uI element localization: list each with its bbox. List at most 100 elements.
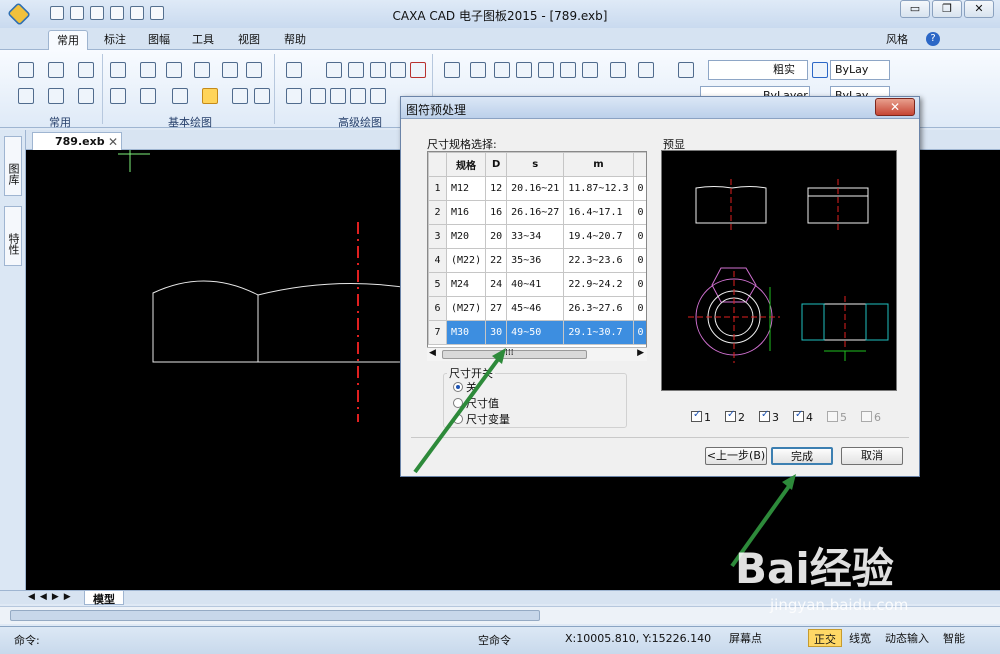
column-header[interactable]: D xyxy=(485,152,508,177)
clipboard-icon[interactable] xyxy=(18,62,34,78)
close-window-button[interactable]: ✕ xyxy=(964,0,994,18)
checkbox-icon[interactable] xyxy=(827,411,838,422)
cancel-button[interactable]: 取消 xyxy=(841,447,903,465)
dialog-title-bar[interactable]: 图符预处理 ✕ xyxy=(401,97,919,119)
spec-cell[interactable]: (M22) xyxy=(445,248,487,273)
cloud-icon[interactable] xyxy=(254,88,270,104)
rectangle-icon[interactable] xyxy=(222,62,238,78)
tab-view[interactable]: 视图 xyxy=(230,30,268,50)
rotate-icon[interactable] xyxy=(538,62,554,78)
c-cell[interactable]: 0.4~0 xyxy=(632,224,646,249)
array-icon[interactable] xyxy=(560,62,576,78)
copy-icon[interactable] xyxy=(48,62,64,78)
help-icon[interactable]: ? xyxy=(926,32,940,46)
m-cell[interactable]: 26.3~27.6 xyxy=(563,296,634,321)
snap-mode-button[interactable]: 屏幕点 xyxy=(724,629,767,647)
table-row[interactable]: 2M161626.16~2716.4~17.10.4~0 xyxy=(428,200,646,225)
checkbox-icon[interactable] xyxy=(691,409,702,422)
column-header[interactable]: 规格 xyxy=(445,152,487,177)
d-cell[interactable]: 20 xyxy=(485,224,508,249)
checkbox-icon[interactable] xyxy=(861,411,872,422)
polygon-icon[interactable] xyxy=(370,62,386,78)
s-cell[interactable]: 33~34 xyxy=(506,224,565,249)
close-document-icon[interactable]: ✕ xyxy=(108,135,118,149)
revolve-icon[interactable] xyxy=(286,88,302,104)
ellipse-icon[interactable] xyxy=(348,62,364,78)
line-icon[interactable] xyxy=(110,62,126,78)
dynamic-input-toggle[interactable]: 动态输入 xyxy=(880,629,934,647)
table-row[interactable]: 6(M27)2745~4626.3~27.60.4~0 xyxy=(428,296,646,321)
text-icon[interactable] xyxy=(110,88,126,104)
color-wheel-icon[interactable] xyxy=(812,62,828,78)
tab-common[interactable]: 常用 xyxy=(48,30,88,51)
insert-table-icon[interactable] xyxy=(410,62,426,78)
scale-icon[interactable] xyxy=(582,62,598,78)
c-cell[interactable]: 0.4~0 xyxy=(632,248,646,273)
restore-button[interactable]: ❐ xyxy=(932,0,962,18)
m-cell[interactable]: 22.9~24.2 xyxy=(563,272,634,297)
table-row[interactable]: 3M202033~3419.4~20.70.4~0 xyxy=(428,224,646,249)
layer-manager-icon[interactable] xyxy=(678,62,694,78)
arc-icon[interactable] xyxy=(194,62,210,78)
column-header[interactable]: s xyxy=(506,152,565,177)
pan-icon[interactable] xyxy=(48,88,64,104)
region-icon[interactable] xyxy=(232,88,248,104)
move-icon[interactable] xyxy=(470,62,486,78)
smart-snap-toggle[interactable]: 智能 xyxy=(938,629,970,647)
ortho-toggle[interactable]: 正交 xyxy=(808,629,842,647)
arrow-icon[interactable] xyxy=(350,88,366,104)
spec-cell[interactable]: (M27) xyxy=(445,296,487,321)
zoom-icon[interactable] xyxy=(18,88,34,104)
s-cell[interactable]: 40~41 xyxy=(506,272,565,297)
spec-cell[interactable]: M12 xyxy=(445,176,487,201)
chain-icon[interactable] xyxy=(370,88,386,104)
minimize-button[interactable]: ▭ xyxy=(900,0,930,18)
s-cell[interactable]: 45~46 xyxy=(506,296,565,321)
d-cell[interactable]: 24 xyxy=(485,272,508,297)
wave-line-icon[interactable] xyxy=(310,88,326,104)
spec-cell[interactable]: M24 xyxy=(445,272,487,297)
properties-dock-tab[interactable]: 特性 xyxy=(4,206,22,266)
gear-icon[interactable] xyxy=(390,62,406,78)
checkbox-icon[interactable] xyxy=(759,409,770,422)
table-row[interactable]: 5M242440~4122.9~24.20.4~0 xyxy=(428,272,646,297)
block-icon[interactable] xyxy=(202,88,218,104)
c-cell[interactable]: 0.4~0 xyxy=(632,296,646,321)
m-cell[interactable]: 11.87~12.3 xyxy=(563,176,634,201)
spec-cell[interactable]: M20 xyxy=(445,224,487,249)
refresh-icon[interactable] xyxy=(78,62,94,78)
d-cell[interactable]: 27 xyxy=(485,296,508,321)
break-line-icon[interactable] xyxy=(330,88,346,104)
spec-table[interactable]: 规格 D s m c 1M121220.16~2111.87~12.30.4~0… xyxy=(427,151,647,351)
m-cell[interactable]: 19.4~20.7 xyxy=(563,224,634,249)
view-check-4[interactable]: 4 xyxy=(793,409,813,424)
angle-line-icon[interactable] xyxy=(326,62,342,78)
layer-selector[interactable]: 粗实 xyxy=(708,60,808,80)
view-check-2[interactable]: 2 xyxy=(725,409,745,424)
color-selector[interactable]: ByLay xyxy=(830,60,890,80)
circle-icon[interactable] xyxy=(166,62,182,78)
checkbox-icon[interactable] xyxy=(793,409,804,422)
tab-annotation[interactable]: 标注 xyxy=(96,30,134,50)
polyline-icon[interactable] xyxy=(246,62,262,78)
sheet-navigation[interactable]: ◀◀▶▶ xyxy=(28,592,76,602)
c-cell[interactable]: 0.4~0 xyxy=(632,272,646,297)
linewidth-toggle[interactable]: 线宽 xyxy=(844,629,876,647)
s-cell[interactable]: 26.16~27 xyxy=(506,200,565,225)
erase-icon[interactable] xyxy=(444,62,460,78)
c-cell[interactable]: 0.4~0 xyxy=(632,320,646,345)
view-check-6[interactable]: 6 xyxy=(861,411,881,424)
finish-button[interactable]: 完成 xyxy=(771,447,833,465)
column-header[interactable]: m xyxy=(563,152,634,177)
dimension-icon[interactable] xyxy=(610,62,626,78)
library-dock-tab[interactable]: 图库 xyxy=(4,136,22,196)
centerline-icon[interactable] xyxy=(140,88,156,104)
view-check-1[interactable]: 1 xyxy=(691,409,711,424)
horizontal-scroll-thumb[interactable] xyxy=(10,610,540,621)
parallel-line-icon[interactable] xyxy=(140,62,156,78)
dialog-close-button[interactable]: ✕ xyxy=(875,98,915,116)
table-row[interactable]: 4(M22)2235~3622.3~23.60.4~0 xyxy=(428,248,646,273)
view-check-5[interactable]: 5 xyxy=(827,411,847,424)
d-cell[interactable]: 22 xyxy=(485,248,508,273)
c-cell[interactable]: 0.4~0 xyxy=(632,200,646,225)
